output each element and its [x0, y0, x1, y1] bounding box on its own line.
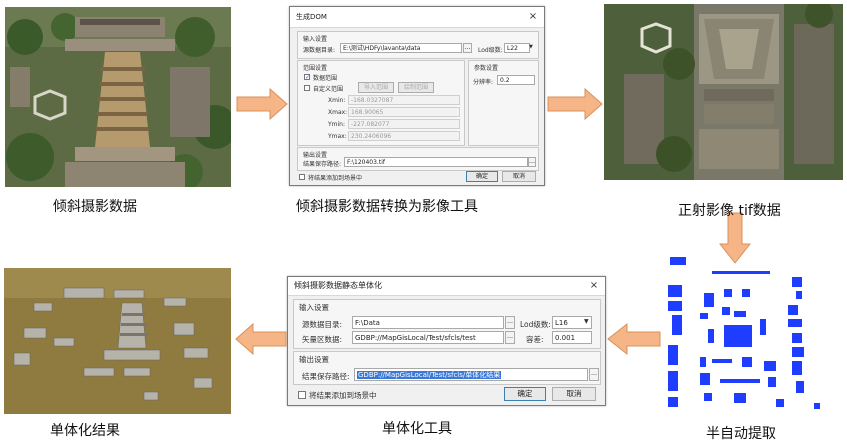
- ymax-label: Ymax:: [328, 133, 347, 140]
- browse-source-button[interactable]: …: [505, 316, 515, 329]
- cancel-button[interactable]: 取消: [552, 387, 596, 401]
- import-range-button[interactable]: 导入范围: [358, 82, 394, 93]
- vector-data-input[interactable]: GDBP://MapGisLocal/Test/sfcls/test: [352, 331, 504, 344]
- close-icon[interactable]: ×: [526, 7, 540, 27]
- generate-dom-dialog: 生成DOM × 输入设置 源数据目录: E:\测试\HDFy\lavanta\d…: [289, 6, 545, 186]
- arrow-to-monomer-tool: [607, 322, 661, 356]
- browse-output-button[interactable]: …: [589, 368, 599, 381]
- caption-semi-auto: 半自动提取: [706, 426, 776, 442]
- add-to-scene-label: 将结果添加到场景中: [308, 175, 363, 182]
- monomer-dialog: 倾斜摄影数据静态单体化 × 输入设置 源数据目录: F:\Data … Lod级…: [287, 276, 606, 406]
- custom-range-checkbox[interactable]: [304, 85, 310, 91]
- ok-button[interactable]: 确定: [466, 171, 498, 182]
- cancel-button[interactable]: 取消: [502, 171, 536, 182]
- data-range-checkbox[interactable]: ✓: [304, 74, 310, 81]
- arrow-to-monomer-result: [235, 322, 287, 356]
- resolution-label: 分辨率:: [473, 79, 494, 86]
- group-title: 输入设置: [303, 36, 328, 43]
- browse-source-button[interactable]: …: [463, 43, 472, 53]
- oblique-photo-image: [5, 7, 231, 187]
- monomer-result-image: [4, 268, 231, 414]
- lod-select[interactable]: L22: [504, 43, 530, 53]
- source-dir-input[interactable]: F:\Data: [352, 316, 504, 329]
- output-path-input[interactable]: F:\120403.tif: [344, 157, 528, 167]
- browse-output-button[interactable]: …: [528, 157, 536, 167]
- output-path-text: GDBP://MapGisLocal/Test/sfcls/单体化结果: [357, 371, 502, 379]
- orthophoto-image: [604, 4, 843, 180]
- tolerance-input[interactable]: 0.001: [552, 331, 592, 344]
- output-path-label: 结果保存路径:: [302, 372, 350, 381]
- input-settings-group: 输入设置 源数据目录: F:\Data … Lod级数: L16 ▼ 矢量区数据…: [293, 299, 601, 349]
- caption-oblique-data: 倾斜摄影数据: [53, 199, 137, 215]
- xmin-label: Xmin:: [328, 97, 346, 104]
- tolerance-label: 容差:: [526, 335, 544, 344]
- output-path-input[interactable]: GDBP://MapGisLocal/Test/sfcls/单体化结果: [354, 368, 588, 381]
- arrow-to-ortho: [547, 87, 603, 121]
- dialog-title: 生成DOM: [290, 7, 544, 28]
- close-icon[interactable]: ×: [587, 277, 601, 295]
- dialog-title: 倾斜摄影数据静态单体化: [288, 277, 605, 296]
- group-title: 参数设置: [474, 65, 499, 72]
- chevron-down-icon[interactable]: ▼: [584, 318, 589, 325]
- data-range-label: 数据范围: [313, 75, 338, 82]
- add-to-scene-label: 将结果添加到场景中: [309, 391, 377, 400]
- group-title: 输出设置: [303, 152, 328, 159]
- caption-convert-tool: 倾斜摄影数据转换为影像工具: [296, 199, 478, 215]
- range-settings-group: 范围设置 ✓ 数据范围 自定义范围 导入范围 绘制范围 Xmin: -168.0…: [297, 60, 465, 146]
- ymin-input[interactable]: -227.082077: [348, 119, 460, 129]
- arrow-to-convert-tool: [236, 87, 288, 121]
- browse-vector-button[interactable]: …: [505, 331, 515, 344]
- add-to-scene-checkbox[interactable]: [299, 174, 305, 180]
- xmin-input[interactable]: -168.0327087: [348, 95, 460, 105]
- source-dir-label: 源数据目录:: [303, 47, 336, 54]
- ymax-input[interactable]: 230.2406096: [348, 131, 460, 141]
- caption-monomer-tool: 单体化工具: [382, 421, 452, 437]
- extraction-result-image: [664, 253, 824, 413]
- input-settings-group: 输入设置 源数据目录: E:\测试\HDFy\lavanta\data … Lo…: [297, 31, 539, 59]
- group-title: 输出设置: [299, 355, 329, 364]
- resolution-input[interactable]: 0.2: [497, 75, 535, 85]
- caption-monomer-result: 单体化结果: [50, 423, 120, 439]
- output-settings-group: 输出设置 结果保存路径: GDBP://MapGisLocal/Test/sfc…: [293, 351, 601, 385]
- lod-label: Lod级数:: [478, 47, 503, 54]
- chevron-down-icon[interactable]: ▼: [529, 44, 533, 50]
- ymin-label: Ymin:: [328, 121, 346, 128]
- add-to-scene-checkbox[interactable]: [298, 391, 306, 399]
- output-settings-group: 输出设置 结果保存路径: F:\120403.tif …: [297, 147, 539, 171]
- group-title: 范围设置: [303, 65, 328, 72]
- xmax-input[interactable]: 168.90065: [348, 107, 460, 117]
- param-settings-group: 参数设置 分辨率: 0.2: [468, 60, 539, 146]
- custom-range-label: 自定义范围: [313, 86, 344, 93]
- group-title: 输入设置: [299, 303, 329, 312]
- lod-label: Lod级数:: [520, 320, 551, 329]
- vector-data-label: 矢量区数据:: [302, 335, 343, 344]
- ok-button[interactable]: 确定: [504, 387, 546, 401]
- source-dir-input[interactable]: E:\测试\HDFy\lavanta\data: [340, 43, 462, 53]
- draw-range-button[interactable]: 绘制范围: [398, 82, 434, 93]
- caption-ortho-tif: 正射影像 tif数据: [678, 203, 781, 219]
- xmax-label: Xmax:: [328, 109, 348, 116]
- output-path-label: 结果保存路径:: [303, 161, 342, 168]
- source-dir-label: 源数据目录:: [302, 320, 343, 329]
